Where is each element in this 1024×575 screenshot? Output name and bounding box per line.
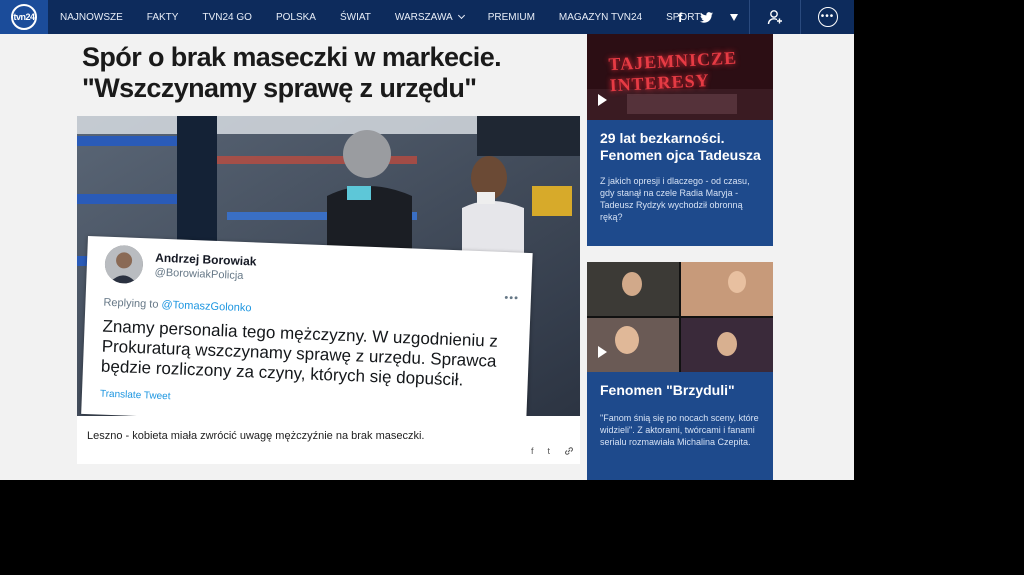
tweet-replying-to: Replying to @TomaszGolonko <box>103 297 251 315</box>
promo-card-text: Z jakich opresji i dlaczego - od czasu, … <box>600 176 750 222</box>
promo-card-rydzyk[interactable]: 29 lat bezkarności. Fenomen ojca Tadeusz… <box>587 120 773 246</box>
promo-video-thumbnail[interactable]: TAJEMNICZE INTERESY <box>587 34 773 120</box>
nav-item-tvn24go[interactable]: TVN24 GO <box>202 12 251 23</box>
share-icons: f t <box>517 446 574 456</box>
promo-card-title[interactable]: 29 lat bezkarności. Fenomen ojca Tadeusz… <box>600 130 765 164</box>
tweet-text: Znamy personalia tego mężczyzny. W uzgod… <box>100 316 499 390</box>
top-navigation: tvn24 NAJNOWSZE FAKTY TVN24 GO POLSKA ŚW… <box>0 0 854 34</box>
translate-tweet-link[interactable]: Translate Tweet <box>100 389 171 403</box>
embedded-tweet[interactable]: Andrzej Borowiak @BorowiakPolicja ••• Re… <box>81 236 533 431</box>
tweet-more-icon[interactable]: ••• <box>504 292 519 305</box>
nav-item-warszawa[interactable]: WARSZAWA <box>394 11 465 23</box>
replying-to-prefix: Replying to <box>103 296 162 311</box>
nav-item-magazyn[interactable]: MAGAZYN TVN24 <box>559 12 642 23</box>
more-icon: ••• <box>817 7 838 27</box>
chevron-down-icon <box>457 11 465 20</box>
photo-caption-box: Leszno - kobieta miała zwrócić uwagę męż… <box>77 416 580 464</box>
dropdown-arrow-icon[interactable] <box>730 13 739 21</box>
play-icon[interactable] <box>598 346 607 358</box>
browser-viewport: tvn24 NAJNOWSZE FAKTY TVN24 GO POLSKA ŚW… <box>0 0 854 480</box>
promo-video-thumbnail-2[interactable] <box>587 262 773 372</box>
promo-collage-image <box>587 262 773 372</box>
promo-overlay-text: TAJEMNICZE INTERESY <box>608 47 738 96</box>
avatar-image <box>104 244 144 285</box>
tweet-author-handle[interactable]: @BorowiakPolicja <box>154 267 243 282</box>
facebook-icon[interactable]: f <box>678 10 682 25</box>
promo-card-text: "Fanom śnią się po nocach sceny, które w… <box>600 413 759 447</box>
promo-card-title[interactable]: Fenomen "Brzyduli" <box>600 382 765 398</box>
nav-item-premium[interactable]: PREMIUM <box>488 12 535 23</box>
tvn24-logo[interactable]: tvn24 <box>0 0 48 34</box>
replying-to-link[interactable]: @TomaszGolonko <box>161 299 251 314</box>
nav-item-najnowsze[interactable]: NAJNOWSZE <box>60 12 123 23</box>
user-icon <box>767 10 782 25</box>
social-links: f <box>678 0 714 34</box>
share-twitter-icon[interactable]: t <box>547 446 550 456</box>
article-title: Spór o brak maseczki w markecie. "Wszczy… <box>82 42 502 103</box>
tweet-author-name[interactable]: Andrzej Borowiak <box>155 251 257 269</box>
play-icon[interactable] <box>598 94 607 106</box>
more-menu-button[interactable]: ••• <box>801 0 854 34</box>
share-link-icon[interactable] <box>564 446 574 456</box>
twitter-icon[interactable] <box>700 11 714 23</box>
share-facebook-icon[interactable]: f <box>531 446 534 456</box>
nav-item-warszawa-label: WARSZAWA <box>394 11 453 23</box>
nav-items: NAJNOWSZE FAKTY TVN24 GO POLSKA ŚWIAT WA… <box>60 0 739 34</box>
tweet-avatar[interactable] <box>104 244 144 285</box>
logo-mark: tvn24 <box>11 4 37 30</box>
nav-item-swiat[interactable]: ŚWIAT <box>340 12 371 23</box>
promo-card-brzydula[interactable]: Fenomen "Brzyduli" "Fanom śnią się po no… <box>587 372 773 480</box>
nav-item-polska[interactable]: POLSKA <box>276 12 316 23</box>
photo-caption: Leszno - kobieta miała zwrócić uwagę męż… <box>87 430 425 442</box>
nav-item-fakty[interactable]: FAKTY <box>147 12 179 23</box>
user-account-button[interactable] <box>750 0 800 34</box>
